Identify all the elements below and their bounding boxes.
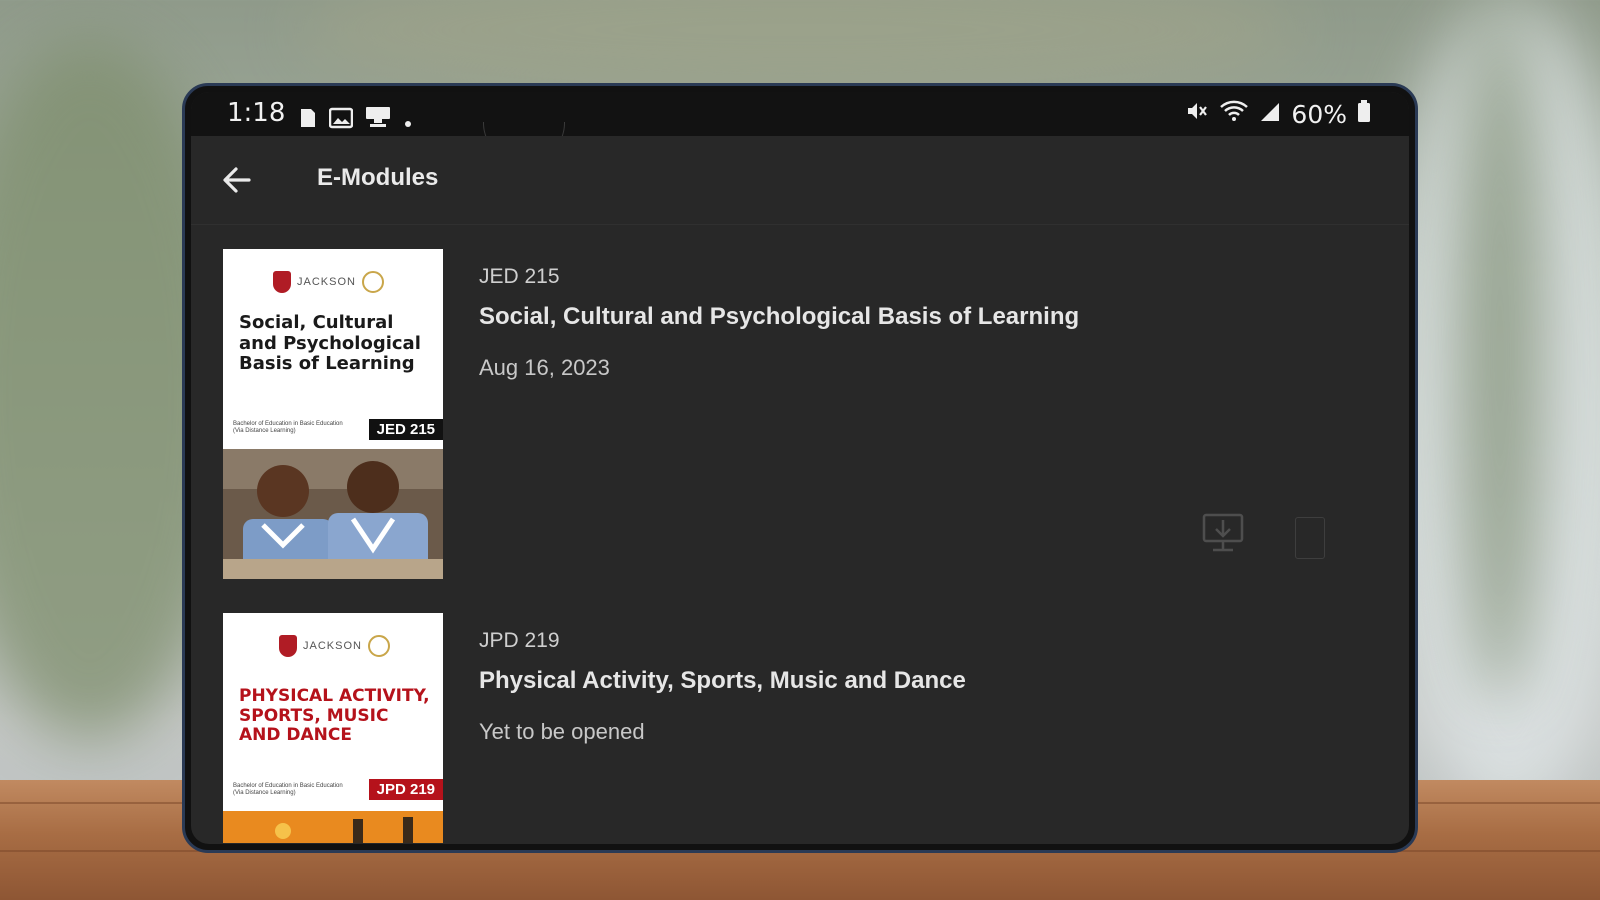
cover-title: Social, Cultural and Psychological Basis…: [239, 312, 421, 375]
phone-outline-button[interactable]: [1295, 517, 1325, 559]
cover-code: JED 215: [368, 419, 443, 440]
module-code: JPD 219: [479, 629, 560, 652]
download-to-device-icon: [1201, 513, 1245, 558]
app-bar: E-Modules: [191, 136, 1409, 225]
cover-fineprint: Bachelor of Education in Basic Education…: [233, 421, 343, 435]
module-status: Yet to be opened: [479, 719, 645, 744]
mute-icon: [1185, 98, 1209, 130]
signal-icon: [1259, 98, 1281, 130]
shield-icon: [279, 635, 297, 657]
page-title: E-Modules: [317, 164, 439, 191]
module-item[interactable]: JACKSON PHYSICAL ACTIVITY, SPORTS, MUSIC…: [191, 613, 1409, 843]
battery-percent: 60%: [1291, 99, 1347, 129]
module-title: Social, Cultural and Psychological Basis…: [479, 303, 1080, 330]
back-button[interactable]: [219, 162, 255, 198]
cover-logo: JACKSON: [273, 271, 384, 293]
seal-icon: [361, 271, 384, 293]
status-icons-left: [299, 104, 413, 136]
status-icons-right: 60%: [1185, 98, 1371, 130]
status-time: 1:18: [227, 98, 286, 128]
tablet-device: 1:18 60% E-Modules JACKSON Social, Cultu…: [182, 83, 1418, 853]
module-cover[interactable]: JACKSON PHYSICAL ACTIVITY, SPORTS, MUSIC…: [223, 613, 443, 843]
wifi-icon: [1219, 98, 1249, 130]
status-bar: 1:18 60%: [191, 92, 1409, 136]
cover-logo: JACKSON: [279, 635, 390, 657]
battery-icon: [1357, 98, 1371, 130]
module-status: Aug 16, 2023: [479, 355, 610, 380]
cover-logo-text: JACKSON: [303, 640, 362, 652]
seal-icon: [367, 635, 390, 657]
dot-icon: [403, 104, 413, 136]
cast-icon: [365, 104, 391, 136]
cover-photo: [223, 449, 443, 579]
module-code: JED 215: [479, 265, 560, 288]
cover-title: PHYSICAL ACTIVITY, SPORTS, MUSIC AND DAN…: [239, 686, 430, 746]
shield-icon: [273, 271, 291, 293]
cover-fineprint: Bachelor of Education in Basic Education…: [233, 783, 343, 797]
download-button[interactable]: [1201, 512, 1245, 554]
cover-code: JPD 219: [368, 779, 443, 800]
image-icon: [328, 104, 354, 136]
screen: 1:18 60% E-Modules JACKSON Social, Cultu…: [191, 92, 1409, 844]
module-title: Physical Activity, Sports, Music and Dan…: [479, 667, 966, 694]
cover-logo-text: JACKSON: [297, 276, 356, 288]
module-cover[interactable]: JACKSON Social, Cultural and Psychologic…: [223, 249, 443, 579]
sim-icon: [299, 104, 317, 136]
background-blur-trunk: [1460, 0, 1540, 700]
arrow-left-icon: [219, 167, 255, 202]
cover-photo: [223, 811, 443, 843]
